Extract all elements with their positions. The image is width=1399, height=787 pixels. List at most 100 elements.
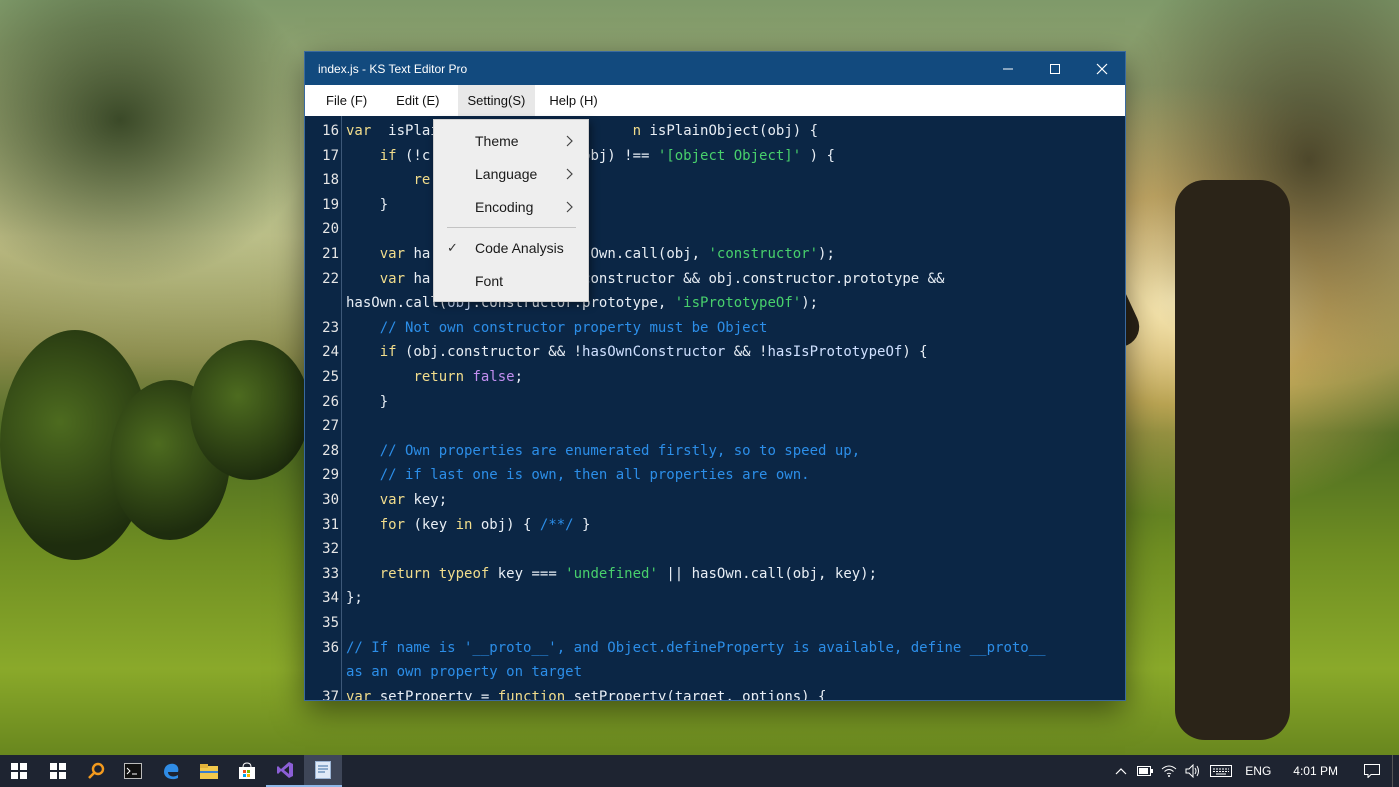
code-text: var key; [346, 488, 447, 512]
line-number: 37 [322, 688, 339, 700]
show-hidden-icons-button[interactable] [1109, 755, 1133, 787]
search-button[interactable] [77, 755, 115, 787]
settings-dropdown-menu: Theme Language Encoding ✓ Code Analysis Font [433, 119, 589, 302]
code-token: } [573, 516, 591, 533]
keyboard-button[interactable] [1205, 755, 1237, 787]
line-number: 28 [322, 442, 339, 459]
code-text: // If name is '__proto__', and Object.de… [346, 636, 1046, 660]
chevron-right-icon [566, 192, 574, 223]
code-token: false [472, 369, 515, 385]
menu-item-language[interactable]: Language [434, 159, 588, 189]
code-token: obj) { [472, 516, 540, 533]
code-token: '[object Object]' [657, 147, 802, 164]
action-center-button[interactable] [1352, 755, 1392, 787]
menu-setting[interactable]: Setting(S) [457, 85, 536, 116]
code-text: if (obj.constructor && !hasOwnConstructo… [346, 340, 928, 364]
code-token: (key [405, 516, 456, 533]
code-token: // Own properties are enumerated firstly… [379, 442, 861, 459]
code-token: ); [818, 246, 835, 262]
terminal-button[interactable] [114, 755, 152, 787]
menu-item-theme[interactable]: Theme [434, 126, 588, 156]
store-icon [239, 762, 255, 779]
code-token: ha [405, 270, 431, 287]
menu-help[interactable]: Help (H) [539, 85, 607, 116]
show-desktop-button[interactable] [1392, 755, 1399, 787]
code-token: /**/ [539, 516, 574, 533]
code-token: in [455, 516, 473, 533]
code-editor[interactable]: 16 var isPlai n isPlainObject(obj) {17 if… [305, 116, 1125, 700]
wifi-icon [1161, 765, 1177, 777]
edge-icon [164, 763, 179, 780]
battery-button[interactable] [1133, 755, 1157, 787]
code-text: return typeof key === 'undefined' || has… [346, 562, 877, 586]
keyboard-icon [1210, 765, 1233, 777]
edge-button[interactable] [152, 755, 190, 787]
start-button[interactable] [0, 755, 38, 787]
text-editor-button[interactable] [304, 755, 342, 787]
terminal-icon [124, 763, 142, 779]
taskbar: ENG 4:01 PM [0, 755, 1399, 787]
line-number: 19 [322, 196, 339, 213]
file-explorer-button[interactable] [190, 755, 228, 787]
menu-item-label: Language [475, 166, 538, 182]
wallpaper-bush [190, 340, 310, 480]
code-token: (!c [396, 147, 431, 164]
line-number: 22 [322, 270, 339, 287]
line-number: 30 [322, 492, 339, 508]
menu-item-label: Code Analysis [475, 240, 564, 256]
code-text: // if last one is own, then all properti… [346, 463, 810, 487]
line-number: 18 [322, 172, 339, 189]
code-text: // Own properties are enumerated firstly… [346, 439, 860, 463]
line-number: 31 [322, 516, 339, 533]
input-language-indicator[interactable]: ENG [1237, 764, 1279, 778]
code-token: typeof [438, 565, 490, 582]
menu-item-code-analysis[interactable]: ✓ Code Analysis [434, 233, 588, 263]
minimize-button[interactable] [984, 52, 1031, 85]
system-tray: ENG 4:01 PM [1109, 755, 1399, 787]
volume-button[interactable] [1181, 755, 1205, 787]
menu-item-encoding[interactable]: Encoding [434, 192, 588, 222]
task-view-button[interactable] [39, 755, 77, 787]
code-token: hasOwn.call( [346, 295, 448, 312]
code-text: as an own property on target [346, 660, 582, 684]
maximize-button[interactable] [1031, 52, 1078, 85]
wifi-button[interactable] [1157, 755, 1181, 787]
text-editor-icon [315, 761, 331, 779]
menu-item-font[interactable]: Font [434, 266, 588, 296]
code-token: || hasOwn.call(obj, key); [657, 565, 878, 582]
maximize-icon [1049, 63, 1060, 74]
menu-file[interactable]: File (F) [316, 85, 377, 116]
clock[interactable]: 4:01 PM [1279, 764, 1352, 778]
code-token: } [346, 196, 389, 213]
file-explorer-icon [200, 764, 218, 779]
battery-icon [1137, 766, 1154, 776]
visual-studio-button[interactable] [266, 755, 304, 787]
store-button[interactable] [228, 755, 266, 787]
code-token: if [379, 344, 397, 361]
close-button[interactable] [1078, 52, 1125, 85]
code-token: ); [801, 295, 819, 312]
gutter-divider [341, 116, 342, 700]
code-text: } [346, 193, 388, 217]
line-number: 27 [322, 418, 339, 435]
menu-edit[interactable]: Edit (E) [386, 85, 449, 116]
code-token: (obj.constructor && ! [396, 344, 583, 361]
code-token: var [379, 492, 406, 508]
line-number: 29 [322, 467, 339, 484]
code-token: hasIsPrototypeOf [767, 344, 903, 361]
code-token: 'undefined' [565, 565, 658, 582]
code-text: re [346, 168, 430, 192]
code-token: if [379, 147, 397, 164]
chevron-up-icon [1115, 768, 1127, 775]
line-number: 21 [322, 246, 339, 262]
code-text: } [346, 390, 388, 414]
chevron-right-icon [566, 159, 574, 190]
code-token: n [632, 123, 642, 139]
title-bar[interactable]: index.js - KS Text Editor Pro [305, 52, 1125, 85]
code-text: var ha = hasOwn.call(obj, 'constructor')… [346, 242, 835, 266]
